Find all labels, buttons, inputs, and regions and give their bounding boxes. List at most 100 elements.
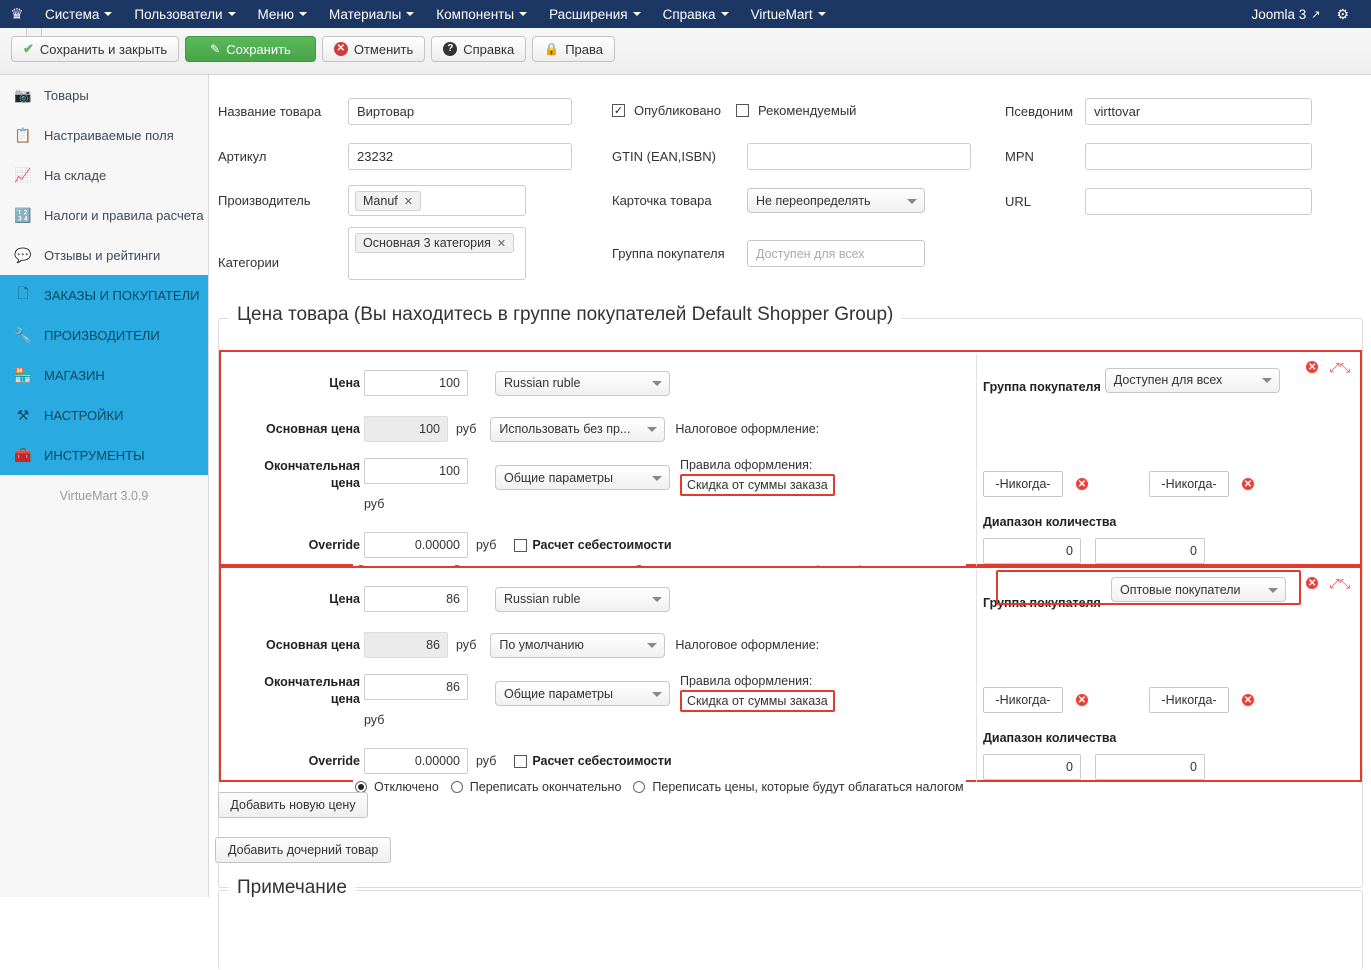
sidebar-item-settings[interactable]: ⚒ НАСТРОЙКИ [0,395,208,435]
category-tag[interactable]: Основная 3 категория ✕ [355,233,515,253]
product-name-input[interactable] [348,98,572,125]
manufacturer-tagbox[interactable]: Manuf ✕ [348,185,526,216]
mpn-input[interactable] [1085,143,1312,170]
manufacturer-tag[interactable]: Manuf ✕ [355,191,421,211]
clear-date-from-icon-1[interactable]: ✕ [1075,477,1089,491]
cost-calc-checkbox-1[interactable] [514,538,528,552]
date-from-button-1[interactable]: -Никогда- [983,471,1063,497]
shopper-group-select[interactable]: Доступен для всех [747,240,925,267]
url-input[interactable] [1085,188,1312,215]
published-checkbox[interactable]: ✓ [612,104,625,117]
nav-item-materialy[interactable]: Материалы [318,0,425,28]
field-published-featured: ✓ Опубликовано Рекомендуемый [612,103,856,118]
collapse-block-icon-1[interactable]: ⤢⤡ [1329,361,1350,374]
sidebar-item-shop[interactable]: 🏪 МАГАЗИН [0,355,208,395]
sidebar-item-tools[interactable]: 🧰 ИНСТРУМЕНТЫ [0,435,208,475]
rules-text-group-2: Правила оформления: Скидка от суммы зака… [680,674,835,712]
nav-item-spravka[interactable]: Справка [652,0,740,28]
shopper-group-select-2[interactable]: Оптовые покупатели [1111,577,1286,602]
nav-item-komponenty[interactable]: Компоненты [425,0,538,28]
clear-date-from-icon-2[interactable]: ✕ [1075,693,1089,707]
site-preview-link[interactable]: Joomla 3 ↗ [1243,0,1328,28]
radio-disabled-label-2: Отключено [374,780,439,794]
price-label: Цена [329,592,360,606]
category-tag-label: Основная 3 категория [363,236,491,250]
radio-override-final-2[interactable] [450,781,463,793]
shopper-group-select-1[interactable]: Доступен для всех [1104,367,1280,393]
remove-tag-icon[interactable]: ✕ [497,237,506,250]
block-actions-1: ✕ ⤢⤡ [1305,360,1350,374]
field-sku: Артикул [218,143,572,170]
rules-select-2[interactable]: Общие параметры [495,681,670,706]
sidebar-item-orders-and-customers[interactable]: 🗋 ЗАКАЗЫ И ПОКУПАТЕЛИ [0,275,208,315]
clear-date-to-icon-1[interactable]: ✕ [1241,477,1255,491]
cost-calc-checkbox-2[interactable] [514,754,528,768]
qty-min-input-2[interactable] [983,754,1081,780]
camera-icon: 📷 [14,86,32,103]
save-and-close-button[interactable]: ✔ Сохранить и закрыть [11,36,180,62]
date-to-button-1[interactable]: -Никогда- [1149,471,1229,497]
tax-select-value: По умолчанию [499,638,584,652]
tax-select-2[interactable]: По умолчанию [490,632,666,658]
permissions-button[interactable]: 🔒 Права [532,36,615,62]
save-button[interactable]: ✎ Сохранить [185,36,316,62]
help-button[interactable]: ? Справка [431,36,527,62]
gtin-input[interactable] [747,143,971,170]
collapse-block-icon-2[interactable]: ⤢⤡ [1329,577,1350,590]
featured-checkbox[interactable] [735,104,749,117]
cancel-button[interactable]: ✕ Отменить [321,36,426,62]
override-input-2[interactable] [364,748,468,774]
categories-tagbox[interactable]: Основная 3 категория ✕ [348,227,526,280]
nav-label: VirtueMart [750,6,813,22]
user-settings-menu[interactable]: ⚙ [1328,0,1371,28]
add-child-product-button[interactable]: Добавить дочерний товар [215,837,392,863]
tax-select-1[interactable]: Использовать без пр... [490,416,666,442]
sidebar-item-manufacturers[interactable]: 🔧 ПРОИЗВОДИТЕЛИ [0,315,208,355]
rules-value-2[interactable]: Скидка от суммы заказа [680,690,835,712]
shopper-group-row-1: Группа покупателя Доступен для всех [983,367,1280,394]
currency-select-1[interactable]: Russian ruble [495,370,670,396]
date-from-label-2: -Никогда- [995,693,1051,707]
sidebar-item-custom-fields[interactable]: 📋 Настраиваемые поля [0,115,208,155]
note-fieldset: Примечание [218,877,1363,970]
product-card-select[interactable]: Не переопределять [747,188,925,213]
alias-input[interactable] [1085,98,1312,125]
clear-date-to-icon-2[interactable]: ✕ [1241,693,1255,707]
chevron-down-icon [652,475,662,481]
radio-override-taxed-2[interactable] [633,781,646,793]
sidebar-item-taxes[interactable]: 🔢 Налоги и правила расчета [0,195,208,235]
nav-label: Меню [257,6,295,22]
sidebar-item-products[interactable]: 📷 Товары [0,75,208,115]
rules-select-1[interactable]: Общие параметры [495,465,670,490]
nav-item-sistema[interactable]: Система [34,0,123,28]
sidebar-item-reviews[interactable]: 💬 Отзывы и рейтинги [0,235,208,275]
remove-tag-icon[interactable]: ✕ [404,195,413,208]
date-from-button-2[interactable]: -Никогда- [983,687,1063,713]
delete-price-icon-2[interactable]: ✕ [1305,576,1320,590]
delete-price-icon-1[interactable]: ✕ [1305,360,1320,374]
main-content: Название товара Артикул Производитель Ma… [210,75,1371,970]
nav-item-rasshireniya[interactable]: Расширения [538,0,652,28]
override-input-1[interactable] [364,532,468,558]
rules-value-1[interactable]: Скидка от суммы заказа [680,474,835,496]
joomla-logo-icon[interactable]: ♛ [0,0,34,28]
nav-item-polzovateli[interactable]: Пользователи [123,0,246,28]
base-price-currency-suffix: руб [456,422,477,436]
nav-item-virtuemart[interactable]: VirtueMart [740,0,837,28]
chevron-down-icon [652,691,662,697]
currency-select-2[interactable]: Russian ruble [495,586,670,612]
qty-max-input-2[interactable] [1095,754,1205,780]
sku-input[interactable] [348,143,572,170]
nav-item-menu[interactable]: Меню [247,0,319,28]
final-price-input-1[interactable] [364,458,468,484]
price-input-1[interactable] [364,370,468,396]
price-input-2[interactable] [364,586,468,612]
final-price-input-2[interactable] [364,674,468,700]
cancel-label: Отменить [353,41,414,57]
sidebar-item-inventory[interactable]: 📈 На складе [0,155,208,195]
add-new-price-button[interactable]: Добавить новую цену [218,792,368,818]
gear-icon: ⚙ [1336,5,1349,22]
qty-min-input-1[interactable] [983,538,1081,564]
qty-max-input-1[interactable] [1095,538,1205,564]
date-to-button-2[interactable]: -Никогда- [1149,687,1229,713]
